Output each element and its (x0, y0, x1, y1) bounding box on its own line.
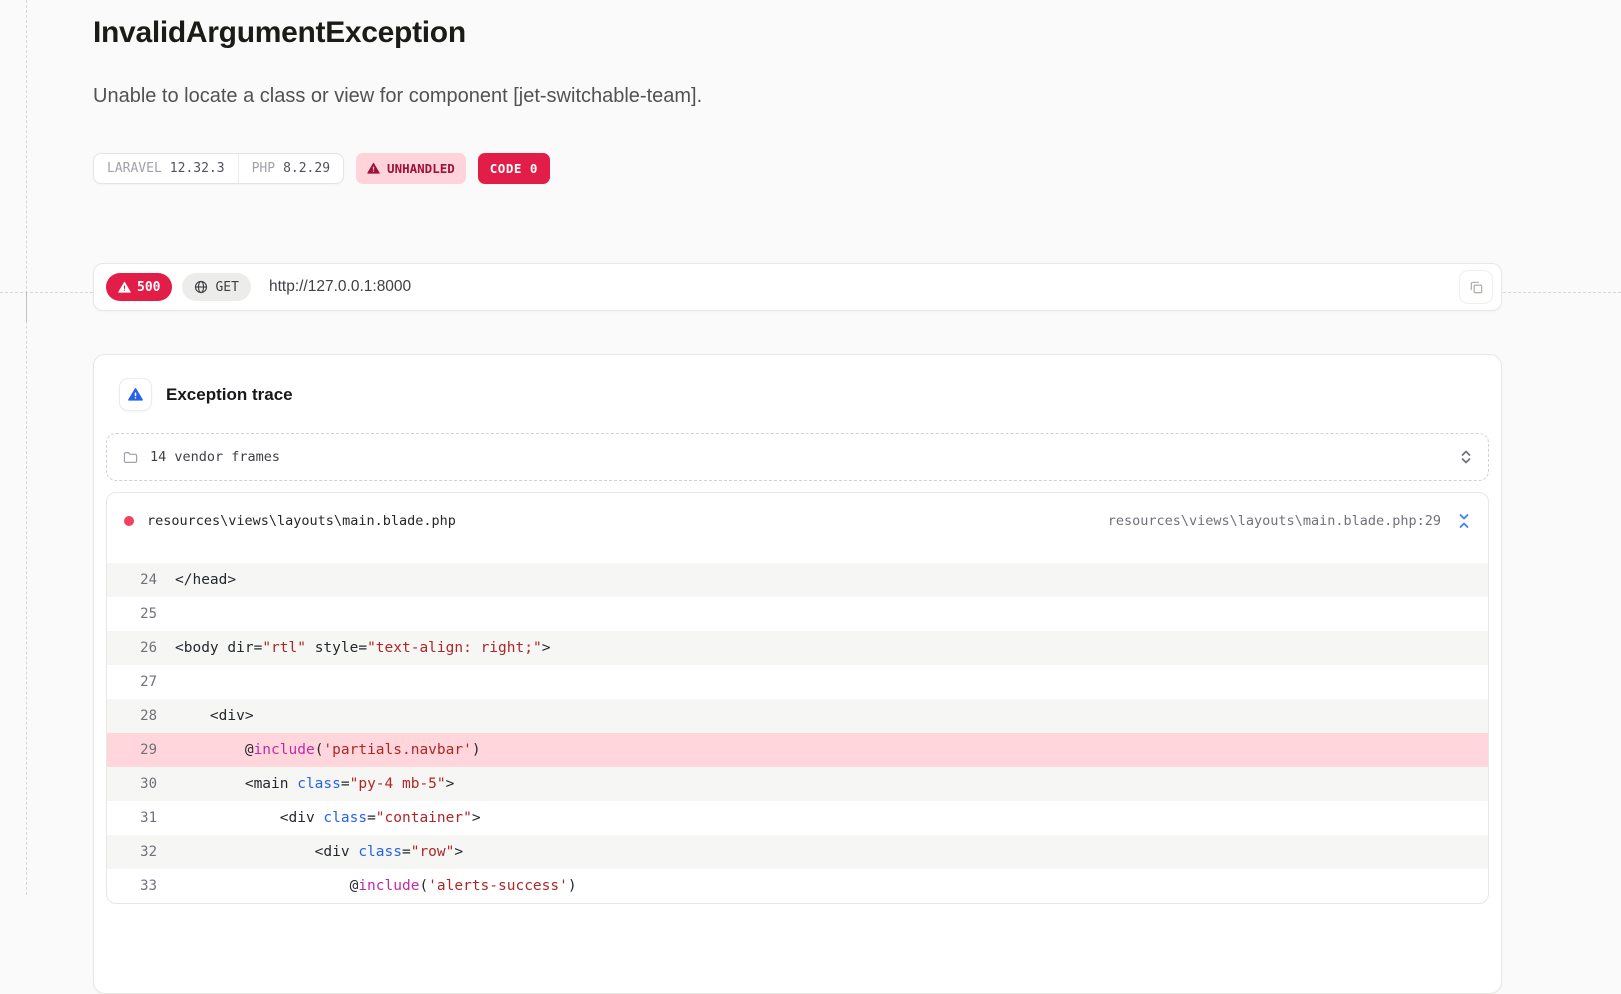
line-number: 29 (107, 742, 157, 758)
line-number: 27 (107, 674, 157, 690)
collapse-icon[interactable] (1457, 513, 1471, 529)
copy-icon (1469, 280, 1484, 295)
line-number: 30 (107, 776, 157, 792)
grid-accent-segment (26, 292, 27, 322)
status-code: 500 (137, 280, 160, 295)
code-line-24: 24</head> (107, 563, 1488, 597)
code-text: <main class="py-4 mb-5"> (157, 776, 454, 792)
status-badge: 500 (106, 273, 172, 301)
frame-file-path: resources\views\layouts\main.blade.php (147, 513, 456, 529)
laravel-version-badge: LARAVEL 12.32.3 (94, 154, 238, 183)
code-lines: 24</head> 25 26<body dir="rtl" style="text… (107, 563, 1488, 903)
php-version: 8.2.29 (283, 161, 330, 176)
line-number: 33 (107, 878, 157, 894)
code-line-31: 31 <div class="container"> (107, 801, 1488, 835)
code-line-30: 30 <main class="py-4 mb-5"> (107, 767, 1488, 801)
warning-triangle-icon (118, 281, 131, 294)
line-number: 32 (107, 844, 157, 860)
stack-frame: resources\views\layouts\main.blade.php r… (106, 492, 1489, 904)
code-snippet: 24</head> 25 26<body dir="rtl" style="text… (107, 549, 1488, 903)
frame-header[interactable]: resources\views\layouts\main.blade.php r… (107, 493, 1488, 549)
exception-message: Unable to locate a class or view for com… (93, 85, 702, 108)
line-number: 28 (107, 708, 157, 724)
line-number: 26 (107, 640, 157, 656)
folder-icon (123, 450, 138, 465)
code-text: <div> (157, 708, 254, 724)
code-text: @include('alerts-success') (157, 878, 577, 894)
version-badge: LARAVEL 12.32.3 PHP 8.2.29 (93, 153, 344, 184)
code-line-28: 28 <div> (107, 699, 1488, 733)
request-url: http://127.0.0.1:8000 (269, 278, 411, 296)
alert-triangle-blue-icon (128, 387, 143, 402)
error-code-badge: CODE 0 (478, 153, 550, 184)
trace-title: Exception trace (166, 385, 293, 405)
laravel-label: LARAVEL (107, 161, 162, 176)
code-line-26: 26<body dir="rtl" style="text-align: rig… (107, 631, 1488, 665)
line-number: 24 (107, 572, 157, 588)
unhandled-badge: UNHANDLED (356, 153, 466, 184)
red-dot (124, 516, 134, 526)
code-line-29: 29 @include('partials.navbar') (107, 733, 1488, 767)
vendor-frames-toggle[interactable]: 14 vendor frames (106, 433, 1489, 481)
code-line-33: 33 @include('alerts-success') (107, 869, 1488, 903)
line-number: 31 (107, 810, 157, 826)
error-code-label: CODE 0 (490, 161, 538, 176)
laravel-version: 12.32.3 (170, 161, 225, 176)
method-label: GET (215, 280, 238, 295)
code-text: @include('partials.navbar') (157, 742, 481, 758)
code-text: <div class="row"> (157, 844, 463, 860)
trace-icon-box (119, 378, 152, 411)
code-text: <div class="container"> (157, 810, 481, 826)
trace-header: Exception trace (119, 378, 1476, 411)
exception-trace-card: Exception trace 14 vendor frames resourc… (93, 354, 1502, 994)
code-text: <body dir="rtl" style="text-align: right… (157, 640, 550, 656)
code-text: </head> (157, 572, 236, 588)
grid-vertical-dashed-line (26, 0, 27, 895)
code-line-25: 25 (107, 597, 1488, 631)
badges-row: LARAVEL 12.32.3 PHP 8.2.29 UNHANDLED COD… (93, 153, 550, 184)
frame-location: resources\views\layouts\main.blade.php:2… (1108, 513, 1441, 529)
method-badge: GET (182, 273, 250, 301)
expand-selector-icon[interactable] (1460, 449, 1472, 465)
page-title: InvalidArgumentException (93, 16, 466, 50)
php-version-badge: PHP 8.2.29 (238, 154, 343, 183)
php-label: PHP (252, 161, 275, 176)
code-line-27: 27 (107, 665, 1488, 699)
vendor-frames-label: 14 vendor frames (150, 449, 280, 465)
request-bar: 500 GET http://127.0.0.1:8000 (93, 263, 1502, 311)
copy-url-button[interactable] (1459, 270, 1493, 304)
warning-triangle-icon (367, 162, 380, 175)
unhandled-label: UNHANDLED (387, 161, 455, 176)
globe-icon (194, 280, 208, 294)
line-number: 25 (107, 606, 157, 622)
code-line-32: 32 <div class="row"> (107, 835, 1488, 869)
